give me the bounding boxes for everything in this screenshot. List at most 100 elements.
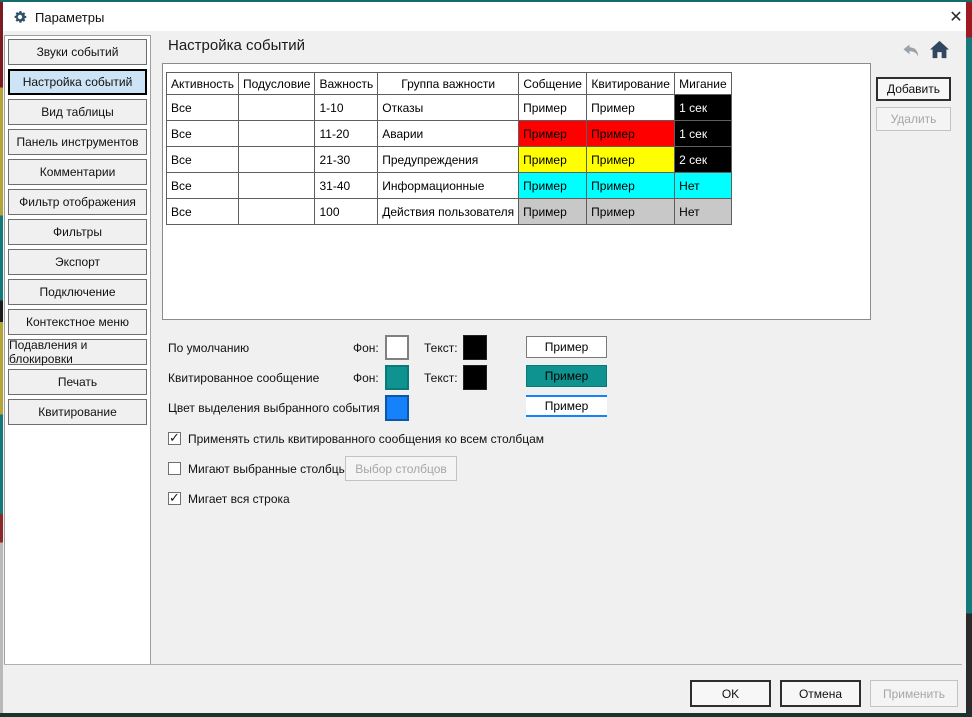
- cell-importance[interactable]: 31-40: [315, 173, 378, 199]
- sidebar-item-event-sounds[interactable]: Звуки событий: [8, 39, 147, 65]
- cell-blink[interactable]: Нет: [675, 173, 732, 199]
- cell-message-sample[interactable]: Пример: [519, 95, 587, 121]
- select-columns-button[interactable]: Выбор столбцов: [345, 456, 457, 481]
- footer-separator: [4, 664, 962, 665]
- default-text-swatch[interactable]: [463, 335, 487, 360]
- cell-importance[interactable]: 11-20: [315, 121, 378, 147]
- window-title: Параметры: [35, 10, 104, 25]
- page-title: Настройка событий: [168, 37, 305, 54]
- add-button[interactable]: Добавить: [876, 77, 951, 101]
- ack-text-label: Текст:: [424, 371, 458, 385]
- home-icon[interactable]: [929, 40, 950, 59]
- col-header-subcondition[interactable]: Подусловие: [239, 73, 315, 95]
- table-row[interactable]: Все 31-40 Информационные Пример Пример Н…: [167, 173, 732, 199]
- cell-message-sample[interactable]: Пример: [519, 121, 587, 147]
- sidebar-item-comments[interactable]: Комментарии: [8, 159, 147, 185]
- blink-whole-row-label: Мигает вся строка: [188, 492, 290, 506]
- sidebar-item-filters[interactable]: Фильтры: [8, 219, 147, 245]
- delete-button[interactable]: Удалить: [876, 107, 951, 131]
- apply-ack-style-label: Применять стиль квитированного сообщения…: [188, 432, 544, 446]
- cell-subcondition[interactable]: [239, 173, 315, 199]
- selection-color-label: Цвет выделения выбранного события: [168, 401, 380, 415]
- ack-style-label: Квитированное сообщение: [168, 371, 319, 385]
- default-style-label: По умолчанию: [168, 341, 249, 355]
- cell-ack-sample[interactable]: Пример: [587, 147, 675, 173]
- cell-activity[interactable]: Все: [167, 173, 239, 199]
- cell-activity[interactable]: Все: [167, 147, 239, 173]
- desktop-edge-bottom: [0, 713, 972, 717]
- sidebar: Звуки событий Настройка событий Вид табл…: [4, 35, 151, 665]
- cell-ack-sample[interactable]: Пример: [587, 199, 675, 225]
- sidebar-item-acknowledgement[interactable]: Квитирование: [8, 399, 147, 425]
- selection-style-preview: Пример: [526, 395, 607, 417]
- cell-group[interactable]: Отказы: [378, 95, 519, 121]
- title-bar: Параметры ✕: [3, 2, 966, 31]
- cell-subcondition[interactable]: [239, 121, 315, 147]
- col-header-activity[interactable]: Активность: [167, 73, 239, 95]
- default-bg-label: Фон:: [353, 341, 379, 355]
- blink-selected-columns-checkbox[interactable]: [168, 462, 181, 475]
- cell-subcondition[interactable]: [239, 199, 315, 225]
- default-text-label: Текст:: [424, 341, 458, 355]
- sidebar-item-export[interactable]: Экспорт: [8, 249, 147, 275]
- sidebar-item-connection[interactable]: Подключение: [8, 279, 147, 305]
- cell-importance[interactable]: 100: [315, 199, 378, 225]
- cell-importance[interactable]: 1-10: [315, 95, 378, 121]
- cell-message-sample[interactable]: Пример: [519, 173, 587, 199]
- sidebar-item-suppressions[interactable]: Подавления и блокировки: [8, 339, 147, 365]
- blink-whole-row-checkbox[interactable]: ✓: [168, 492, 181, 505]
- col-header-blinking[interactable]: Мигание: [675, 73, 732, 95]
- ok-button[interactable]: OK: [690, 680, 771, 707]
- col-header-importance[interactable]: Важность: [315, 73, 378, 95]
- sidebar-item-print[interactable]: Печать: [8, 369, 147, 395]
- cell-activity[interactable]: Все: [167, 121, 239, 147]
- selection-color-swatch[interactable]: [385, 395, 409, 421]
- apply-button[interactable]: Применить: [870, 680, 958, 707]
- sidebar-item-display-filter[interactable]: Фильтр отображения: [8, 189, 147, 215]
- close-icon[interactable]: ✕: [945, 7, 967, 29]
- events-table-container: Активность Подусловие Важность Группа ва…: [162, 63, 871, 320]
- cell-subcondition[interactable]: [239, 95, 315, 121]
- col-header-message[interactable]: Собщение: [519, 73, 587, 95]
- cancel-button[interactable]: Отмена: [780, 680, 861, 707]
- sidebar-item-event-setup[interactable]: Настройка событий: [8, 69, 147, 95]
- table-header-row: Активность Подусловие Важность Группа ва…: [167, 73, 732, 95]
- cell-ack-sample[interactable]: Пример: [587, 95, 675, 121]
- undo-icon[interactable]: [902, 43, 920, 58]
- table-row[interactable]: Все 21-30 Предупреждения Пример Пример 2…: [167, 147, 732, 173]
- cell-message-sample[interactable]: Пример: [519, 147, 587, 173]
- cell-blink[interactable]: 1 сек: [675, 121, 732, 147]
- cell-ack-sample[interactable]: Пример: [587, 121, 675, 147]
- ack-text-swatch[interactable]: [463, 365, 487, 390]
- events-table: Активность Подусловие Важность Группа ва…: [166, 72, 732, 225]
- table-row[interactable]: Все 11-20 Аварии Пример Пример 1 сек: [167, 121, 732, 147]
- col-header-importance-group[interactable]: Группа важности: [378, 73, 519, 95]
- cell-blink[interactable]: 1 сек: [675, 95, 732, 121]
- cell-group[interactable]: Информационные: [378, 173, 519, 199]
- cell-group[interactable]: Предупреждения: [378, 147, 519, 173]
- cell-activity[interactable]: Все: [167, 95, 239, 121]
- blink-selected-columns-label: Мигают выбранные столбцы: [188, 462, 347, 476]
- default-style-preview: Пример: [526, 336, 607, 358]
- cell-ack-sample[interactable]: Пример: [587, 173, 675, 199]
- cell-subcondition[interactable]: [239, 147, 315, 173]
- desktop-edge-right: [966, 2, 972, 713]
- sidebar-item-table-view[interactable]: Вид таблицы: [8, 99, 147, 125]
- cell-group[interactable]: Аварии: [378, 121, 519, 147]
- col-header-acknowledgement[interactable]: Квитирование: [587, 73, 675, 95]
- cell-message-sample[interactable]: Пример: [519, 199, 587, 225]
- ack-bg-label: Фон:: [353, 371, 379, 385]
- cell-blink[interactable]: Нет: [675, 199, 732, 225]
- table-row[interactable]: Все 1-10 Отказы Пример Пример 1 сек: [167, 95, 732, 121]
- ack-style-preview: Пример: [526, 365, 607, 387]
- table-row[interactable]: Все 100 Действия пользователя Пример При…: [167, 199, 732, 225]
- sidebar-item-context-menu[interactable]: Контекстное меню: [8, 309, 147, 335]
- ack-bg-swatch[interactable]: [385, 365, 409, 390]
- cell-activity[interactable]: Все: [167, 199, 239, 225]
- cell-blink[interactable]: 2 сек: [675, 147, 732, 173]
- sidebar-item-toolbar[interactable]: Панель инструментов: [8, 129, 147, 155]
- cell-group[interactable]: Действия пользователя: [378, 199, 519, 225]
- apply-ack-style-checkbox[interactable]: ✓: [168, 432, 181, 445]
- default-bg-swatch[interactable]: [385, 335, 409, 360]
- cell-importance[interactable]: 21-30: [315, 147, 378, 173]
